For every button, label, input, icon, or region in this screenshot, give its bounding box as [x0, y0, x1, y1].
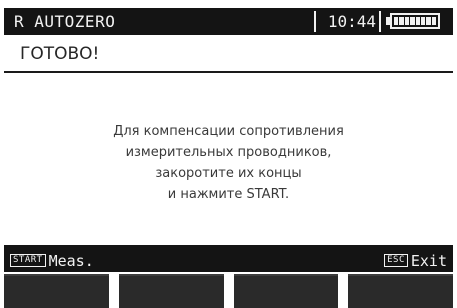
header-divider	[379, 11, 381, 32]
exit-label: Exit	[410, 251, 447, 270]
header-divider	[314, 11, 316, 32]
softkey-2[interactable]	[118, 274, 224, 308]
instruction-message: Для компенсации сопротивления измеритель…	[4, 121, 453, 205]
instrument-screen: R AUTOZERO 10:44 ГОТОВО! Для компенсации…	[0, 0, 457, 308]
battery-body	[390, 13, 440, 29]
softkey-1[interactable]	[4, 274, 109, 308]
esc-key-icon: ESC	[384, 254, 408, 267]
start-key-icon: START	[10, 254, 46, 267]
header-bar: R AUTOZERO 10:44	[4, 8, 453, 35]
message-line: Для компенсации сопротивления	[113, 124, 344, 139]
softkey-3[interactable]	[233, 274, 339, 308]
clock: 10:44	[327, 12, 376, 31]
mode-title: R AUTOZERO	[14, 12, 116, 31]
message-area: Для компенсации сопротивления измеритель…	[4, 73, 453, 243]
message-line: закоротите их концы	[155, 166, 302, 181]
softkey-4[interactable]	[348, 274, 453, 308]
exit-action[interactable]: ESC Exit	[384, 250, 447, 270]
softkey-row	[4, 274, 453, 308]
status-text: ГОТОВО!	[20, 44, 100, 64]
message-line: измерительных проводников,	[125, 145, 332, 160]
footer-bar: START Meas. ESC Exit	[4, 245, 453, 272]
measure-action[interactable]: START Meas.	[10, 250, 94, 270]
battery-icon	[386, 13, 442, 29]
measure-label: Meas.	[48, 251, 94, 270]
message-line: и нажмите START.	[167, 187, 290, 202]
status-row: ГОТОВО!	[4, 37, 453, 73]
